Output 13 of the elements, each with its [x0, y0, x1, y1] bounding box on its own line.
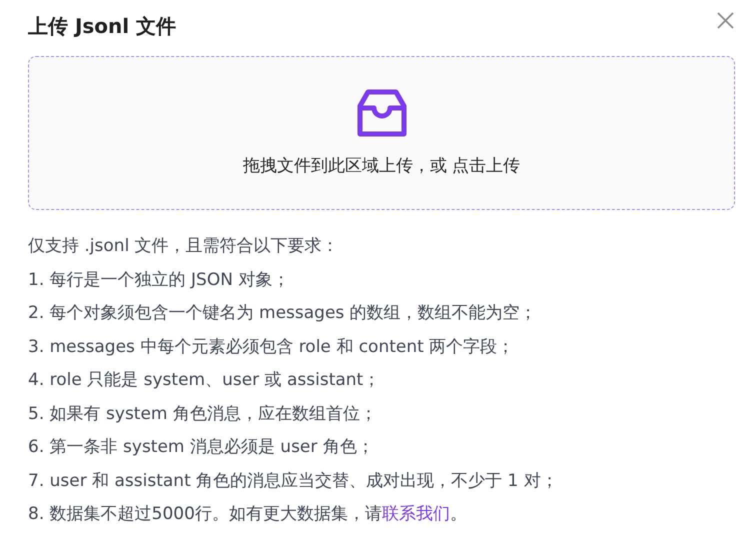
dropzone-hint: 拖拽文件到此区域上传，或 点击上传	[242, 155, 520, 178]
requirement-text: 1. 每行是一个独立的 JSON 对象；	[28, 268, 290, 292]
requirement-text: 5. 如果有 system 角色消息，应在数组首位；	[28, 402, 378, 426]
dialog-title: 上传 Jsonl 文件	[28, 13, 176, 40]
requirement-text: 4. role 只能是 system、user 或 assistant；	[28, 369, 382, 392]
requirement-text: 2. 每个对象须包含一个键名为 messages 的数组，数组不能为空；	[28, 302, 538, 325]
requirement-text: 7. user 和 assistant 角色的消息应当交替、成对出现，不少于 1 对；	[28, 470, 559, 492]
requirement-text: 6. 第一条非 system 消息必须是 user 角色；	[28, 436, 375, 459]
contact-link[interactable]: 联系我们	[382, 504, 450, 524]
requirement-text: 8. 数据集不超过5000行。如有更大数据集，请联系我们。	[28, 503, 468, 526]
upload-dropzone[interactable]: 拖拽文件到此区域上传，或 点击上传	[28, 56, 735, 210]
requirement-text: 仅支持 .jsonl 文件，且需符合以下要求：	[28, 235, 340, 258]
requirement-text: 3. messages 中每个元素必须包含 role 和 content 两个字段；	[28, 336, 516, 358]
